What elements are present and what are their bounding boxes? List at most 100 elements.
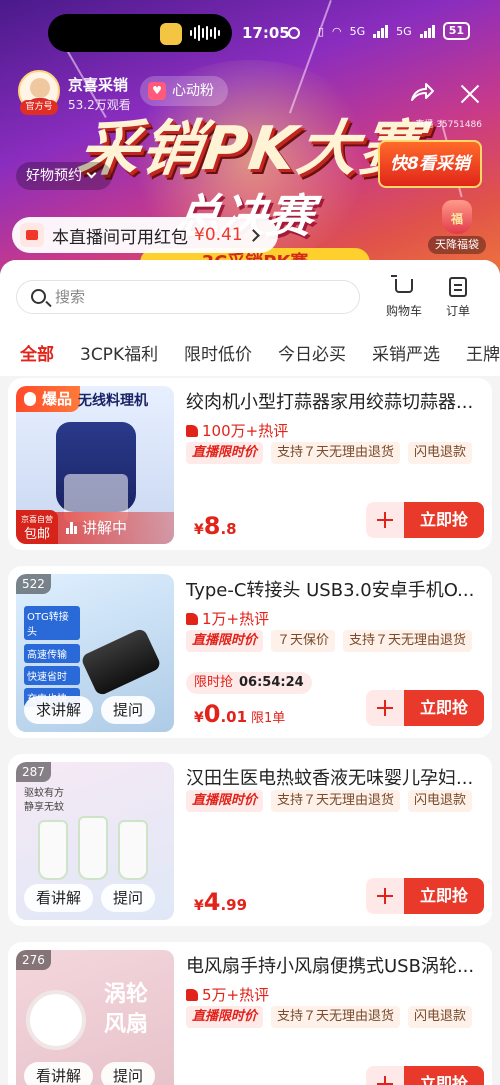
product-image[interactable]: 爆品 无线料理机 讲解中 京喜自营 包邮 [16, 386, 174, 544]
product-card[interactable]: 爆品 无线料理机 讲解中 京喜自营 包邮 绞肉机小型打蒜器家用绞蒜切蒜器... … [8, 378, 492, 550]
preview-chip-label: 好物预约 [26, 168, 82, 184]
rank-badge: 287 [16, 762, 51, 782]
request-explain-button[interactable]: 求讲解 [24, 696, 94, 724]
tag: 支持７天无理由退货 [271, 1006, 401, 1028]
hot-reviews: 100万+热评 [186, 420, 288, 441]
avatar-face [30, 78, 50, 98]
bottle-shape [78, 816, 108, 880]
price: ¥4.99 [194, 888, 247, 916]
red-packet-amount: ¥0.41 [194, 225, 243, 245]
buy-now-button[interactable]: 立即抢 [404, 1066, 484, 1085]
tag: ７天保价 [271, 630, 336, 652]
flash-sale-countdown: 06:54:24 [239, 675, 304, 690]
share-icon[interactable] [410, 82, 434, 102]
tab-all[interactable]: 全部 [20, 340, 54, 365]
purchase-limit: 限1单 [251, 711, 286, 726]
buy-now-button[interactable]: 立即抢 [404, 690, 484, 726]
price: ¥8.8 [194, 512, 237, 540]
tab-must-buy[interactable]: 今日必买 [278, 340, 346, 365]
product-card[interactable]: OTG转接头 高速传输 快速省时 充电也快 522 求讲解 提问 Type-C转… [8, 566, 492, 738]
fan-button[interactable]: ♥ 心动粉 [140, 76, 228, 106]
watch-explain-button[interactable]: 看讲解 [24, 884, 94, 912]
close-icon[interactable] [458, 82, 482, 106]
view-count: 53.2万观看 [68, 98, 131, 112]
product-image[interactable]: 驱蚊有方 静享无蚊 287 看讲解 提问 [16, 762, 174, 920]
price-currency: ¥ [194, 898, 204, 914]
flash-sale-label: 限时抢 [194, 675, 234, 690]
hot-reviews-text: 1万+热评 [202, 610, 270, 628]
product-image[interactable]: 涡轮 风扇 276 看讲解 提问 [16, 950, 174, 1085]
chevron-right-icon [246, 228, 260, 242]
tag-list: 直播限时价 支持７天无理由退货 闪电退款 [186, 1006, 473, 1028]
tab-selected[interactable]: 采销严选 [372, 340, 440, 365]
buy-now-button[interactable]: 立即抢 [404, 502, 484, 538]
signal-icon [419, 24, 435, 38]
lucky-bag-icon: 福 [442, 200, 472, 234]
price-dec: .01 [220, 708, 248, 726]
hot-reviews-text: 5万+热评 [202, 986, 270, 1004]
thumb-text: 高速传输 [24, 644, 80, 663]
fan-button-label: 心动粉 [172, 83, 214, 99]
tag-list: 直播限时价 支持７天无理由退货 闪电退款 [186, 790, 473, 812]
official-badge: 官方号 [20, 100, 58, 115]
ask-question-button[interactable]: 提问 [101, 1062, 156, 1085]
cart-button[interactable]: 购物车 [382, 275, 426, 320]
search-bar[interactable] [16, 280, 360, 314]
thumb-text-block: OTG转接头 高速传输 快速省时 充电也快 [24, 606, 80, 707]
chevron-down-icon [86, 168, 97, 179]
look-banner[interactable]: 快8看采销 [378, 140, 482, 188]
hot-reviews: 1万+热评 [186, 608, 269, 629]
dynamic-island [48, 14, 232, 52]
ask-question-button[interactable]: 提问 [101, 696, 156, 724]
tab-ace[interactable]: 王牌 [466, 340, 500, 365]
adapter-shape [79, 627, 163, 697]
product-title[interactable]: 绞肉机小型打蒜器家用绞蒜切蒜器... [186, 388, 482, 414]
thumb-text: 快速省时 [24, 666, 80, 685]
audio-wave-icon [190, 23, 226, 43]
wifi-icon: ◠ [332, 24, 342, 38]
system-icons: ▯ ◠ 5G 5G 51 [318, 22, 470, 40]
thumb-actions: 看讲解 提问 [24, 1062, 156, 1085]
panel-header: 购物车 订单 全部 3CPK福利 限时低价 今日必买 采销严选 王牌 [0, 260, 500, 376]
watch-explain-button[interactable]: 看讲解 [24, 1062, 94, 1085]
corner-label-line: 京喜自营 [21, 515, 53, 524]
product-title[interactable]: 电风扇手持小风扇便携式USB涡轮... [186, 952, 482, 978]
product-card[interactable]: 涡轮 风扇 276 看讲解 提问 电风扇手持小风扇便携式USB涡轮... 5万+… [8, 942, 492, 1085]
ask-question-button[interactable]: 提问 [101, 884, 156, 912]
rank-badge: 276 [16, 950, 51, 970]
search-icon [31, 289, 46, 304]
product-title[interactable]: 汉田生医电热蚊香液无味婴儿孕妇... [186, 764, 482, 790]
red-packet-text: 本直播间可用红包 [52, 227, 188, 248]
add-to-cart-button[interactable] [366, 502, 404, 538]
live-stream-video[interactable]: 采销PK大赛 总决赛 3C采销PK赛 17:05 ▯ ◠ 5G 5G 51 官方… [0, 0, 500, 290]
cart-icon [391, 275, 413, 293]
cart-label: 购物车 [385, 304, 422, 318]
search-input[interactable] [55, 288, 345, 306]
add-to-cart-button[interactable] [366, 1066, 404, 1085]
product-card[interactable]: 驱蚊有方 静享无蚊 287 看讲解 提问 汉田生医电热蚊香液无味婴儿孕妇... … [8, 754, 492, 926]
price-int: 0 [203, 700, 221, 728]
buy-now-button[interactable]: 立即抢 [404, 878, 484, 914]
tag-list: 直播限时价 支持７天无理由退货 闪电退款 [186, 442, 473, 464]
lucky-bag[interactable]: 福 天降福袋 [428, 196, 486, 256]
order-button[interactable]: 订单 [436, 276, 480, 320]
red-packet-icon [20, 223, 44, 247]
corner-label-line: 包邮 [23, 527, 50, 542]
tab-flash-price[interactable]: 限时低价 [184, 340, 252, 365]
tab-3cpk[interactable]: 3CPK福利 [80, 340, 158, 365]
product-image[interactable]: OTG转接头 高速传输 快速省时 充电也快 522 求讲解 提问 [16, 574, 174, 732]
bottle-shape [38, 820, 68, 880]
add-to-cart-button[interactable] [366, 878, 404, 914]
signal-icon [373, 24, 389, 38]
tag: 直播限时价 [186, 790, 264, 812]
red-packet-bar[interactable]: 本直播间可用红包 ¥0.41 [12, 217, 278, 253]
price-dec: .99 [220, 896, 248, 914]
preview-chip[interactable]: 好物预约 [16, 162, 112, 190]
room-id: 直播 35751486 [415, 120, 482, 130]
tag: 直播限时价 [186, 630, 264, 652]
tag: 闪电退款 [408, 790, 473, 812]
product-title[interactable]: Type-C转接头 USB3.0安卓手机O... [186, 576, 482, 602]
corner-label: 京喜自营 包邮 [16, 510, 58, 544]
live-label: 讲解中 [82, 519, 128, 537]
add-to-cart-button[interactable] [366, 690, 404, 726]
